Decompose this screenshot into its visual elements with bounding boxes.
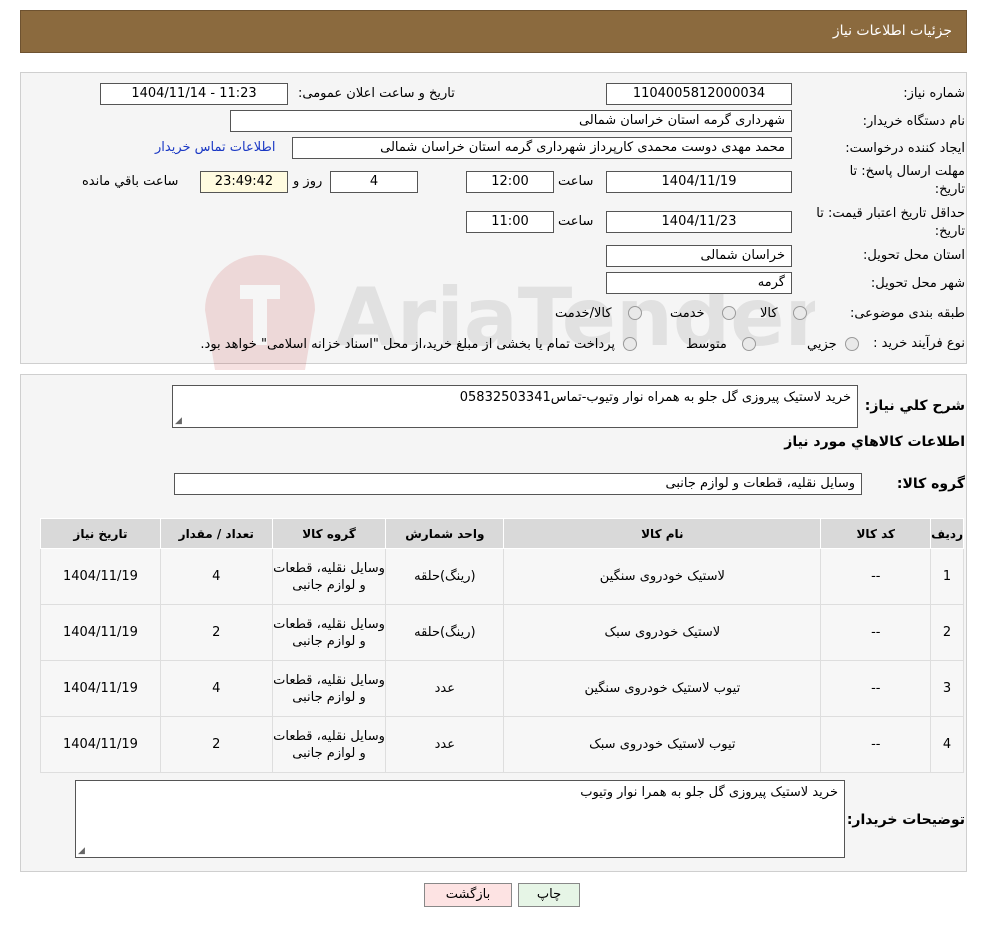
province-field: خراسان شمالی xyxy=(606,245,792,267)
cell-qty: 2 xyxy=(159,716,273,773)
treasury-payment-checkbox[interactable] xyxy=(623,337,637,351)
requester-field: محمد مهدی دوست محمدی کارپرداز شهرداری گر… xyxy=(292,137,792,159)
validity-label-date: تاریخ: xyxy=(934,224,965,239)
need-number-field: 1104005812000034 xyxy=(606,83,792,105)
resize-grip-icon[interactable]: ◢ xyxy=(78,846,85,856)
need-number-label: شماره نیاز: xyxy=(903,86,965,101)
cell-name: تیوب لاستیک خودروی سنگین xyxy=(503,660,822,717)
process-medium-radio[interactable] xyxy=(742,337,756,351)
category-service-label: خدمت xyxy=(670,306,705,321)
cell-date: 1404/11/19 xyxy=(40,604,161,661)
category-goods-service-label: کالا/خدمت xyxy=(555,306,612,321)
col-header-idx: رديف xyxy=(930,518,964,549)
cell-code: -- xyxy=(820,548,932,605)
category-label: طبقه بندی موضوعی: xyxy=(849,306,965,321)
col-header-unit: واحد شمارش xyxy=(385,518,505,549)
validity-date-field: 1404/11/23 xyxy=(606,211,792,233)
buyer-org-field: شهرداری گرمه استان خراسان شمالی xyxy=(230,110,792,132)
col-header-qty: تعداد / مقدار xyxy=(159,518,273,549)
announce-label: تاریخ و ساعت اعلان عمومی: xyxy=(298,86,455,101)
category-goods-label: کالا xyxy=(760,306,778,321)
cell-group: وسایل نقلیه، قطعات و لوازم جانبی xyxy=(271,604,387,661)
resize-grip-icon[interactable]: ◢ xyxy=(175,416,182,426)
page-header: جزئیات اطلاعات نیاز xyxy=(20,10,967,53)
back-button[interactable]: بازگشت xyxy=(424,883,512,907)
description-text: خرید لاستیک پیروزی گل جلو به همراه نوار … xyxy=(459,390,851,405)
cell-date: 1404/11/19 xyxy=(40,548,161,605)
cell-name: لاستیک خودروی سنگین xyxy=(503,548,822,605)
remaining-time-field: 23:49:42 xyxy=(200,171,288,193)
deadline-date-field: 1404/11/19 xyxy=(606,171,792,193)
cell-group: وسایل نقلیه، قطعات و لوازم جانبی xyxy=(271,716,387,773)
buyer-contact-link[interactable]: اطلاعات تماس خریدار xyxy=(155,140,275,155)
process-small-radio[interactable] xyxy=(845,337,859,351)
remaining-label: ساعت باقي مانده xyxy=(82,174,179,189)
table-header-row: رديف کد کالا نام کالا واحد شمارش گروه کا… xyxy=(40,518,964,549)
process-medium-label: متوسط xyxy=(686,337,727,352)
table-row: 4 -- تیوب لاستیک خودروی سبک عدد وسایل نق… xyxy=(40,716,964,773)
col-header-code: کد کالا xyxy=(820,518,932,549)
treasury-payment-note: پرداخت تمام یا بخشی از مبلغ خرید،از محل … xyxy=(200,337,615,352)
deadline-time-field: 12:00 xyxy=(466,171,554,193)
announce-datetime-field: 1404/11/14 - 11:23 xyxy=(100,83,288,105)
col-header-group: گروه کالا xyxy=(271,518,387,549)
cell-idx: 3 xyxy=(930,660,964,717)
cell-idx: 1 xyxy=(930,548,964,605)
validity-time-label: ساعت xyxy=(558,214,594,229)
buyer-notes-text: خرید لاستیک پیروزی گل جلو به همرا نوار و… xyxy=(580,785,838,800)
cell-name: تیوب لاستیک خودروی سبک xyxy=(503,716,822,773)
deadline-label: مهلت ارسال پاسخ: تا xyxy=(849,164,965,179)
cell-qty: 4 xyxy=(159,548,273,605)
buyer-notes-label: توضیحات خریدار: xyxy=(846,812,965,828)
process-small-label: جزیي xyxy=(807,337,837,352)
description-label: شرح کلي نياز: xyxy=(864,398,965,414)
province-label: استان محل تحویل: xyxy=(863,248,965,263)
cell-code: -- xyxy=(820,716,932,773)
category-service-radio[interactable] xyxy=(722,306,736,320)
buyer-org-label: نام دستگاه خریدار: xyxy=(862,114,965,129)
city-label: شهر محل تحویل: xyxy=(870,276,965,291)
city-field: گرمه xyxy=(606,272,792,294)
page-title: جزئیات اطلاعات نیاز xyxy=(832,23,952,39)
description-textarea[interactable]: خرید لاستیک پیروزی گل جلو به همراه نوار … xyxy=(172,385,858,428)
cell-unit: عدد xyxy=(385,660,505,717)
requester-label: ایجاد کننده درخواست: xyxy=(845,141,965,156)
validity-time-field: 11:00 xyxy=(466,211,554,233)
goods-section-title: اطلاعات کالاهاي مورد نياز xyxy=(784,434,965,450)
items-table: رديف کد کالا نام کالا واحد شمارش گروه کا… xyxy=(40,518,964,773)
cell-qty: 2 xyxy=(159,604,273,661)
cell-unit: (رینگ)حلقه xyxy=(385,548,505,605)
col-header-date: تاریخ نیاز xyxy=(40,518,161,549)
process-label: نوع فرآیند خرید : xyxy=(873,336,965,351)
col-header-name: نام کالا xyxy=(503,518,822,549)
category-goods-radio[interactable] xyxy=(793,306,807,320)
cell-date: 1404/11/19 xyxy=(40,660,161,717)
print-button[interactable]: چاپ xyxy=(518,883,580,907)
deadline-time-label: ساعت xyxy=(558,174,594,189)
cell-code: -- xyxy=(820,604,932,661)
goods-group-label: گروه کالا: xyxy=(896,476,965,492)
days-label: روز و xyxy=(293,174,323,189)
cell-qty: 4 xyxy=(159,660,273,717)
category-goods-service-radio[interactable] xyxy=(628,306,642,320)
cell-unit: عدد xyxy=(385,716,505,773)
cell-idx: 4 xyxy=(930,716,964,773)
validity-label: حداقل تاریخ اعتبار قیمت: تا xyxy=(816,206,965,221)
cell-group: وسایل نقلیه، قطعات و لوازم جانبی xyxy=(271,548,387,605)
cell-date: 1404/11/19 xyxy=(40,716,161,773)
days-remaining-field: 4 xyxy=(330,171,418,193)
cell-idx: 2 xyxy=(930,604,964,661)
table-row: 3 -- تیوب لاستیک خودروی سنگین عدد وسایل … xyxy=(40,660,964,717)
buyer-notes-textarea[interactable]: خرید لاستیک پیروزی گل جلو به همرا نوار و… xyxy=(75,780,845,858)
cell-unit: (رینگ)حلقه xyxy=(385,604,505,661)
cell-code: -- xyxy=(820,660,932,717)
cell-group: وسایل نقلیه، قطعات و لوازم جانبی xyxy=(271,660,387,717)
cell-name: لاستیک خودروی سبک xyxy=(503,604,822,661)
deadline-label-date: تاریخ: xyxy=(934,182,965,197)
table-row: 1 -- لاستیک خودروی سنگین (رینگ)حلقه وسای… xyxy=(40,548,964,605)
table-row: 2 -- لاستیک خودروی سبک (رینگ)حلقه وسایل … xyxy=(40,604,964,661)
goods-group-field: وسایل نقلیه، قطعات و لوازم جانبی xyxy=(174,473,862,495)
